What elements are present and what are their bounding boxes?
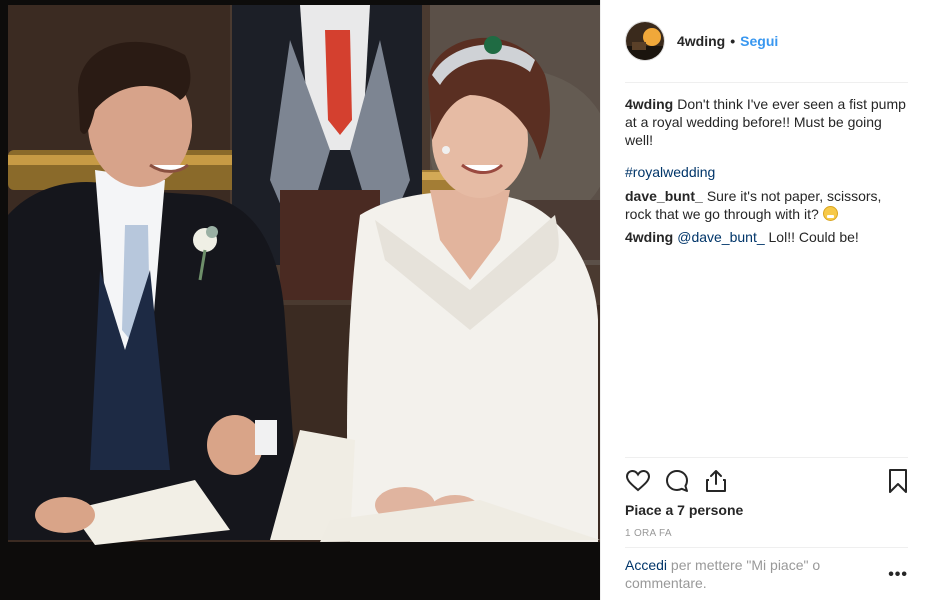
grimace-emoji-icon	[822, 206, 838, 221]
more-options-button[interactable]: •••	[888, 566, 908, 584]
caption-username[interactable]: 4wding	[625, 96, 673, 112]
likes-count[interactable]: Piace a 7 persone	[625, 502, 743, 518]
post-photo[interactable]	[0, 0, 600, 600]
login-prompt: Accedi per mettere "Mi piace" o commenta…	[625, 556, 865, 592]
comment-item: dave_bunt_ Sure it's not paper, scissors,…	[625, 187, 911, 223]
author-username[interactable]: 4wding	[677, 33, 725, 49]
actions-divider	[625, 457, 908, 458]
heart-icon[interactable]	[625, 468, 651, 494]
avatar-image	[626, 22, 664, 60]
separator-dot: •	[730, 33, 736, 49]
post-timestamp[interactable]: 1 ORA FA	[625, 528, 672, 539]
wedding-photo-illustration	[0, 0, 600, 600]
avatar[interactable]	[625, 21, 665, 61]
comments-section: 4wding Don't think I've ever seen a fist …	[625, 95, 911, 251]
post-header: 4wding • Segui	[601, 0, 930, 82]
mention-link[interactable]: @dave_bunt_	[677, 229, 764, 245]
action-bar	[625, 466, 911, 496]
footer-divider	[625, 547, 908, 548]
caption: 4wding Don't think I've ever seen a fist …	[625, 95, 911, 181]
follow-button[interactable]: Segui	[740, 33, 778, 49]
comment-icon[interactable]	[664, 468, 690, 494]
comment-item: 4wding @dave_bunt_ Lol!! Could be!	[625, 228, 911, 246]
header-divider	[625, 82, 908, 83]
bookmark-icon[interactable]	[885, 468, 911, 494]
post-side-panel: 4wding • Segui 4wding Don't think I've ev…	[600, 0, 930, 600]
comment-username[interactable]: 4wding	[625, 229, 673, 245]
comment-username[interactable]: dave_bunt_	[625, 188, 703, 204]
hashtag-link[interactable]: #royalwedding	[625, 163, 911, 181]
share-icon[interactable]	[703, 468, 729, 494]
login-link[interactable]: Accedi	[625, 557, 667, 573]
comment-text: Lol!! Could be!	[768, 229, 859, 245]
